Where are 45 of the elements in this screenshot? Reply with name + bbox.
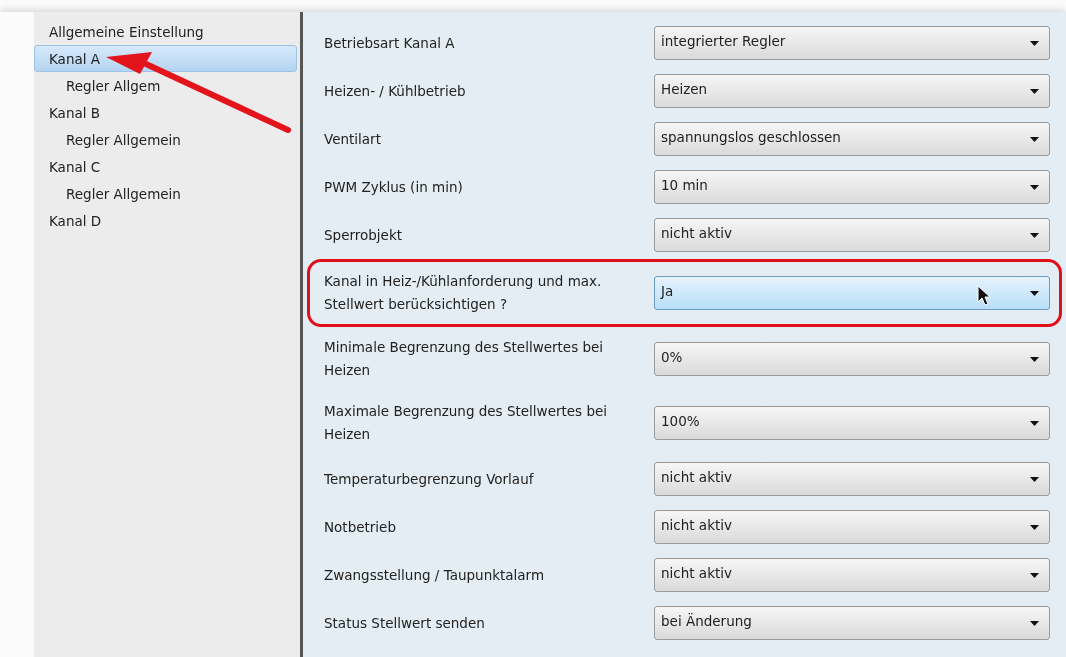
dropdown[interactable]: Heizen	[654, 74, 1050, 108]
setting-label: Heizen- / Kühlbetrieb	[324, 81, 467, 101]
setting-label: PWM Zyklus (in min)	[324, 177, 464, 197]
tree-item[interactable]: Kanal B	[34, 99, 297, 126]
setting-label: Status Stellwert senden	[324, 613, 486, 633]
setting-label: Temperaturbegrenzung Vorlauf	[324, 469, 535, 489]
caret-icon	[1030, 184, 1039, 190]
tree-item[interactable]: Kanal C	[34, 153, 297, 180]
dropdown[interactable]: integrierter Regler	[654, 26, 1050, 60]
caret-icon	[1030, 40, 1039, 46]
tree-item[interactable]: Regler Allgemein	[34, 126, 297, 153]
caret-icon	[1030, 290, 1039, 296]
dropdown[interactable]: 10 min	[654, 170, 1050, 204]
caret-icon	[1030, 88, 1039, 94]
mouse-cursor-icon	[977, 285, 991, 307]
tree-item[interactable]: Kanal A	[34, 45, 297, 72]
setting-label: Kanal in Heiz-/Kühlanforderung und max. Stellwert berücksichtigen ?	[324, 272, 603, 314]
caret-icon	[1030, 232, 1039, 238]
tree-item[interactable]: Kanal D	[34, 207, 297, 234]
dropdown[interactable]: bei Änderung	[654, 606, 1050, 640]
setting-label: Zwangsstellung / Taupunktalarm	[324, 565, 546, 585]
dropdown[interactable]: nicht aktiv	[654, 462, 1050, 496]
tree-item[interactable]: Allgemeine Einstellung	[34, 18, 297, 45]
caret-icon	[1030, 420, 1039, 426]
dropdown[interactable]: nicht aktiv	[654, 218, 1050, 252]
tree-item[interactable]: Regler Allgemein	[34, 180, 297, 207]
setting-label: Sperrobjekt	[324, 225, 403, 245]
caret-icon	[1030, 524, 1039, 530]
dropdown[interactable]: nicht aktiv	[654, 510, 1050, 544]
tree-item[interactable]: Regler Allgem	[34, 72, 297, 99]
setting-label: Notbetrieb	[324, 517, 397, 537]
dropdown[interactable]: 100%	[654, 406, 1050, 440]
setting-label: Betriebsart Kanal A	[324, 33, 456, 53]
caret-icon	[1030, 572, 1039, 578]
setting-label: Minimale Begrenzung des Stellwertes bei Heizen	[324, 338, 605, 380]
dropdown[interactable]: 0%	[654, 342, 1050, 376]
caret-icon	[1030, 136, 1039, 142]
setting-label: Ventilart	[324, 129, 382, 149]
caret-icon	[1030, 620, 1039, 626]
dropdown[interactable]: spannungslos geschlossen	[654, 122, 1050, 156]
setting-label: Maximale Begrenzung des Stellwertes bei Heizen	[324, 402, 609, 444]
caret-icon	[1030, 356, 1039, 362]
dropdown[interactable]: nicht aktiv	[654, 558, 1050, 592]
caret-icon	[1030, 476, 1039, 482]
dropdown[interactable]: Ja	[654, 276, 1050, 310]
